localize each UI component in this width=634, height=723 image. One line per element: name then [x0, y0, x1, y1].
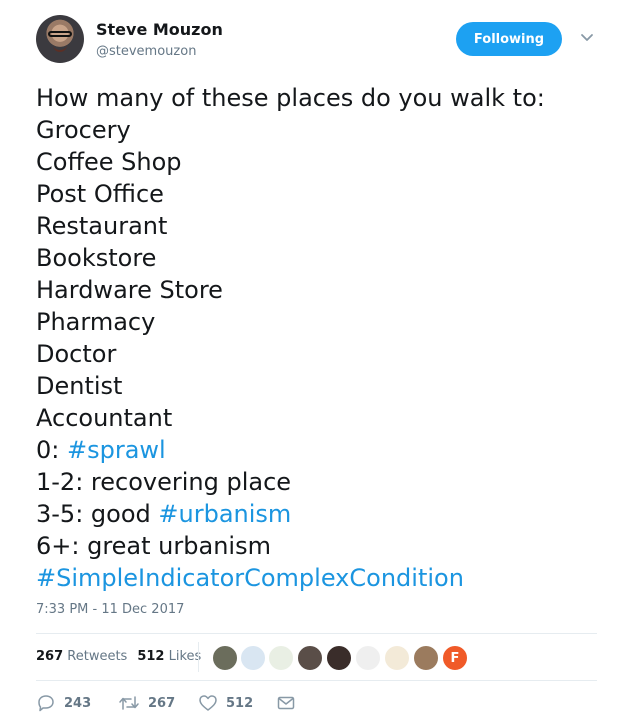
- author-avatar[interactable]: [36, 15, 84, 63]
- following-button[interactable]: Following: [456, 22, 562, 56]
- tweet-line: Dentist: [36, 372, 123, 400]
- liker-avatar[interactable]: [413, 645, 439, 671]
- avatar-smile: [53, 45, 67, 52]
- liker-avatar[interactable]: [212, 645, 238, 671]
- tweet-line: #SimpleIndicatorComplexCondition: [36, 562, 545, 594]
- direct-message-button[interactable]: [276, 690, 296, 716]
- tweet-line: Accountant: [36, 404, 173, 432]
- tweet-line: Bookstore: [36, 244, 157, 272]
- liker-avatar[interactable]: [240, 645, 266, 671]
- tweet-stats: 267 Retweets 512 Likes: [36, 649, 201, 664]
- retweets-label: Retweets: [67, 649, 128, 664]
- liker-avatar[interactable]: F: [442, 645, 468, 671]
- retweet-button[interactable]: 267: [118, 690, 175, 716]
- like-button[interactable]: 512: [198, 690, 253, 716]
- stats-divider: [198, 642, 199, 672]
- retweet-icon: [119, 696, 139, 710]
- liker-avatar[interactable]: [326, 645, 352, 671]
- tweet-line: Grocery: [36, 116, 131, 144]
- liker-avatar[interactable]: [268, 645, 294, 671]
- divider: [36, 633, 597, 634]
- likes-count: 512: [137, 649, 165, 664]
- chevron-down-icon[interactable]: [580, 30, 594, 44]
- tweet-line: 0: #sprawl: [36, 434, 545, 466]
- liker-avatar[interactable]: [355, 645, 381, 671]
- divider: [36, 680, 597, 681]
- tweet-actions: 243 267 512: [36, 690, 336, 716]
- hashtag-link[interactable]: #sprawl: [67, 436, 166, 464]
- avatar-glasses: [48, 31, 72, 37]
- like-count: 512: [226, 695, 254, 711]
- tweet-line: 6+: great urbanism: [36, 532, 271, 560]
- line-prefix: 0:: [36, 436, 67, 464]
- tweet-line: Coffee Shop: [36, 148, 182, 176]
- retweet-count: 267: [148, 695, 176, 711]
- author-handle[interactable]: @stevemouzon: [96, 44, 196, 59]
- liker-avatar-letter: F: [450, 650, 460, 666]
- reply-button[interactable]: 243: [36, 690, 91, 716]
- reply-count: 243: [64, 695, 92, 711]
- hashtag-link[interactable]: #SimpleIndicatorComplexCondition: [36, 564, 464, 592]
- tweet-line: Hardware Store: [36, 276, 223, 304]
- likes-label: Likes: [168, 649, 202, 664]
- reply-icon: [38, 695, 54, 712]
- heart-icon: [199, 695, 217, 711]
- likes-stat[interactable]: 512 Likes: [137, 649, 201, 664]
- tweet-text: How many of these places do you walk to:…: [36, 82, 545, 594]
- retweets-count: 267: [36, 649, 64, 664]
- tweet-line: How many of these places do you walk to:: [36, 84, 545, 112]
- line-prefix: 3-5: good: [36, 500, 159, 528]
- author-name[interactable]: Steve Mouzon: [96, 20, 223, 39]
- tweet-line: Post Office: [36, 180, 164, 208]
- liker-avatar[interactable]: [297, 645, 323, 671]
- tweet-line: Doctor: [36, 340, 117, 368]
- tweet-line: 3-5: good #urbanism: [36, 498, 545, 530]
- tweet-line: Pharmacy: [36, 308, 156, 336]
- retweets-stat[interactable]: 267 Retweets: [36, 649, 127, 664]
- tweet-line: 1-2: recovering place: [36, 468, 292, 496]
- hashtag-link[interactable]: #urbanism: [158, 500, 291, 528]
- liker-avatar[interactable]: [384, 645, 410, 671]
- tweet-timestamp[interactable]: 7:33 PM - 11 Dec 2017: [36, 602, 184, 617]
- envelope-icon: [277, 696, 295, 710]
- tweet-line: Restaurant: [36, 212, 168, 240]
